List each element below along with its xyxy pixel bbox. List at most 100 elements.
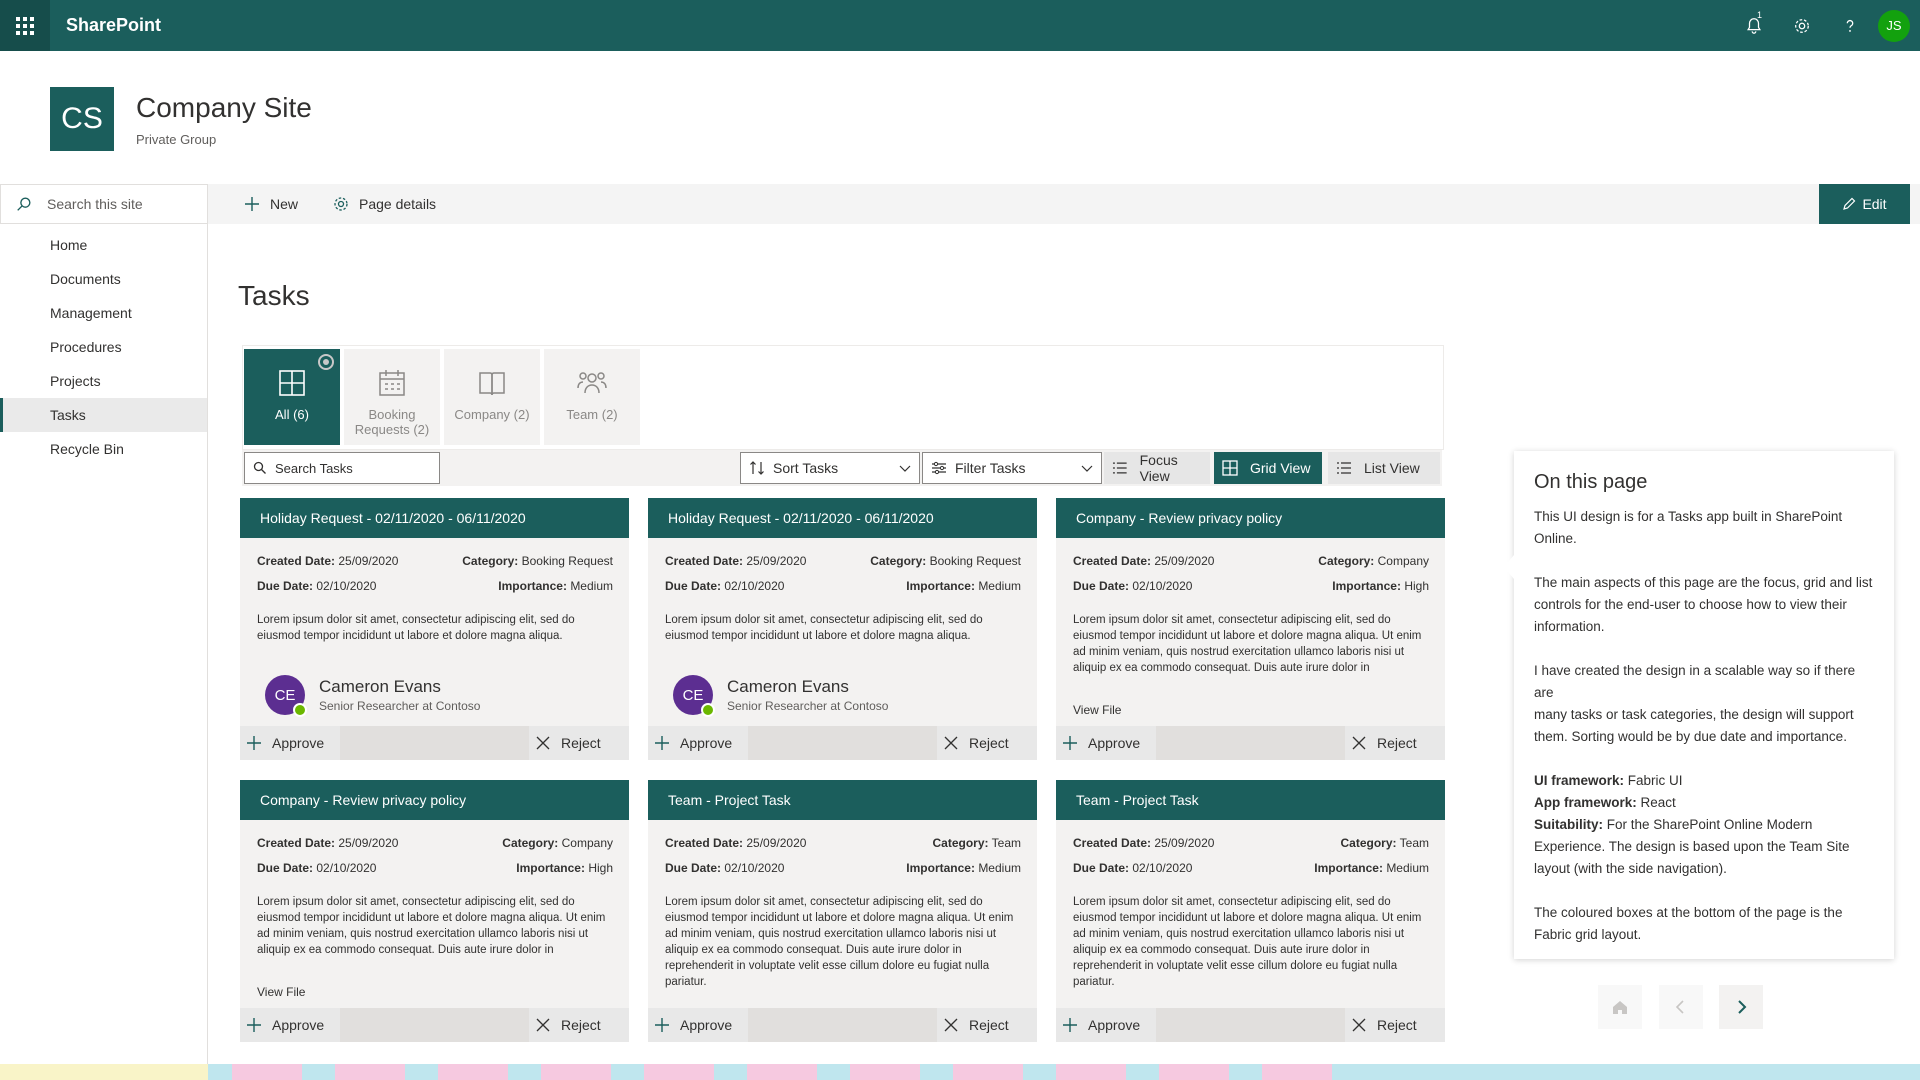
grid-block xyxy=(208,1064,232,1080)
reject-button[interactable]: Reject xyxy=(529,1008,629,1042)
next-page-button[interactable] xyxy=(1719,985,1763,1029)
created-date: Created Date: 25/09/2020 xyxy=(257,554,399,568)
focus-view-button[interactable]: Focus View xyxy=(1104,452,1210,484)
approve-button[interactable]: Approve xyxy=(648,1008,748,1042)
panel-frameworks: UI framework: Fabric UI App framework: R… xyxy=(1534,773,1850,876)
grid-block xyxy=(920,1064,953,1080)
assigned-person[interactable]: CE Cameron Evans Senior Researcher at Co… xyxy=(240,666,629,724)
plus-icon xyxy=(655,736,669,750)
category-label-line2: Requests (2) xyxy=(354,422,430,437)
importance: Importance: Medium xyxy=(906,861,1021,875)
view-file-link[interactable]: View File xyxy=(257,985,305,999)
chevron-right-icon xyxy=(1738,1000,1747,1014)
person-avatar: CE xyxy=(265,675,307,717)
nav-item-label: Recycle Bin xyxy=(50,441,124,457)
reject-label: Reject xyxy=(561,735,601,751)
card-title[interactable]: Team - Project Task xyxy=(1056,780,1445,820)
search-icon xyxy=(17,197,31,211)
created-date: Created Date: 25/09/2020 xyxy=(1073,836,1215,850)
list-view-button[interactable]: List View xyxy=(1328,452,1440,484)
chevron-left-icon xyxy=(1675,1000,1684,1014)
home-page-button[interactable] xyxy=(1598,985,1642,1029)
sort-label: Sort Tasks xyxy=(773,460,839,476)
edit-button[interactable]: Edit xyxy=(1819,184,1910,224)
panel-paragraph: The main aspects of this page are the fo… xyxy=(1534,575,1873,634)
site-title[interactable]: Company Site xyxy=(136,92,312,124)
nav-item-tasks[interactable]: Tasks xyxy=(0,398,207,432)
created-date: Created Date: 25/09/2020 xyxy=(257,836,399,850)
card-description: Lorem ipsum dolor sit amet, consectetur … xyxy=(257,614,575,642)
sort-tasks-dropdown[interactable]: Sort Tasks xyxy=(740,452,920,484)
card-meta: Created Date: 25/09/2020 Category: Team … xyxy=(1056,820,1445,875)
new-button[interactable]: New xyxy=(244,184,298,224)
assigned-person[interactable]: CE Cameron Evans Senior Researcher at Co… xyxy=(648,666,1037,724)
site-logo[interactable]: CS xyxy=(50,87,114,151)
person-name: Cameron Evans xyxy=(319,677,441,696)
category-tile-team[interactable]: Team (2) xyxy=(544,349,640,445)
card-title[interactable]: Holiday Request - 02/11/2020 - 06/11/202… xyxy=(240,498,629,538)
grid-block xyxy=(1056,1064,1126,1080)
category-tile-booking[interactable]: Booking Requests (2) xyxy=(344,349,440,445)
card-actions: Approve Reject xyxy=(240,726,629,760)
nav-item-documents[interactable]: Documents xyxy=(0,262,207,296)
search-icon xyxy=(253,461,266,474)
plus-icon xyxy=(245,197,259,211)
nav-item-recycle-bin[interactable]: Recycle Bin xyxy=(0,432,207,466)
card-description: Lorem ipsum dolor sit amet, consectetur … xyxy=(1073,896,1422,988)
site-search-box[interactable]: Search this site xyxy=(0,184,208,224)
approve-button[interactable]: Approve xyxy=(240,726,340,760)
on-this-page-panel: On this page This UI design is for a Tas… xyxy=(1504,451,1894,959)
page-details-button[interactable]: Page details xyxy=(333,184,436,224)
search-tasks-input[interactable]: Search Tasks xyxy=(244,452,440,484)
approve-button[interactable]: Approve xyxy=(1056,1008,1156,1042)
person-role: Senior Researcher at Contoso xyxy=(727,699,889,713)
category-tile-all[interactable]: All (6) xyxy=(244,349,340,445)
card-meta: Created Date: 25/09/2020 Category: Compa… xyxy=(1056,538,1445,593)
reject-button[interactable]: Reject xyxy=(937,726,1037,760)
nav-item-label: Management xyxy=(50,305,132,321)
nav-item-procedures[interactable]: Procedures xyxy=(0,330,207,364)
due-date: Due Date: 02/10/2020 xyxy=(665,861,785,875)
reject-button[interactable]: Reject xyxy=(937,1008,1037,1042)
panel-paragraph: I have created the design in a scalable … xyxy=(1534,663,1856,744)
category-tile-company[interactable]: Company (2) xyxy=(444,349,540,445)
notifications-button[interactable]: 1 xyxy=(1730,0,1778,51)
due-date: Due Date: 02/10/2020 xyxy=(257,861,377,875)
help-button[interactable] xyxy=(1826,0,1874,51)
filter-tasks-dropdown[interactable]: Filter Tasks xyxy=(922,452,1102,484)
card-title[interactable]: Team - Project Task xyxy=(648,780,1037,820)
approve-label: Approve xyxy=(272,1017,325,1033)
task-card: Company - Review privacy policy Created … xyxy=(1056,498,1445,760)
reject-button[interactable]: Reject xyxy=(1345,1008,1445,1042)
fabric-grid-strip xyxy=(0,1064,1920,1080)
user-avatar[interactable]: JS xyxy=(1878,9,1910,42)
card-title[interactable]: Holiday Request - 02/11/2020 - 06/11/202… xyxy=(648,498,1037,538)
selected-radio-icon xyxy=(318,354,334,370)
grid-block xyxy=(611,1064,644,1080)
grid-block xyxy=(1332,1064,1920,1080)
reject-button[interactable]: Reject xyxy=(529,726,629,760)
category: Category: Booking Request xyxy=(870,554,1021,568)
reject-button[interactable]: Reject xyxy=(1345,726,1445,760)
nav-item-management[interactable]: Management xyxy=(0,296,207,330)
card-title[interactable]: Company - Review privacy policy xyxy=(240,780,629,820)
panel-paragraph: This UI design is for a Tasks app built … xyxy=(1534,509,1843,546)
card-title[interactable]: Company - Review privacy policy xyxy=(1056,498,1445,538)
nav-item-projects[interactable]: Projects xyxy=(0,364,207,398)
grid-view-button[interactable]: Grid View xyxy=(1214,452,1322,484)
nav-item-home[interactable]: Home xyxy=(0,228,207,262)
grid-block xyxy=(541,1064,611,1080)
close-icon xyxy=(944,1018,958,1032)
category: Category: Company xyxy=(1318,554,1429,568)
approve-button[interactable]: Approve xyxy=(240,1008,340,1042)
approve-button[interactable]: Approve xyxy=(1056,726,1156,760)
settings-button[interactable] xyxy=(1778,0,1826,51)
grid-block xyxy=(747,1064,817,1080)
app-launcher-button[interactable] xyxy=(0,0,50,51)
task-card: Holiday Request - 02/11/2020 - 06/11/202… xyxy=(240,498,629,760)
view-file-link[interactable]: View File xyxy=(1073,703,1121,717)
category: Category: Team xyxy=(1340,836,1429,850)
previous-page-button[interactable] xyxy=(1659,985,1703,1029)
approve-button[interactable]: Approve xyxy=(648,726,748,760)
brand-name[interactable]: SharePoint xyxy=(66,15,161,36)
